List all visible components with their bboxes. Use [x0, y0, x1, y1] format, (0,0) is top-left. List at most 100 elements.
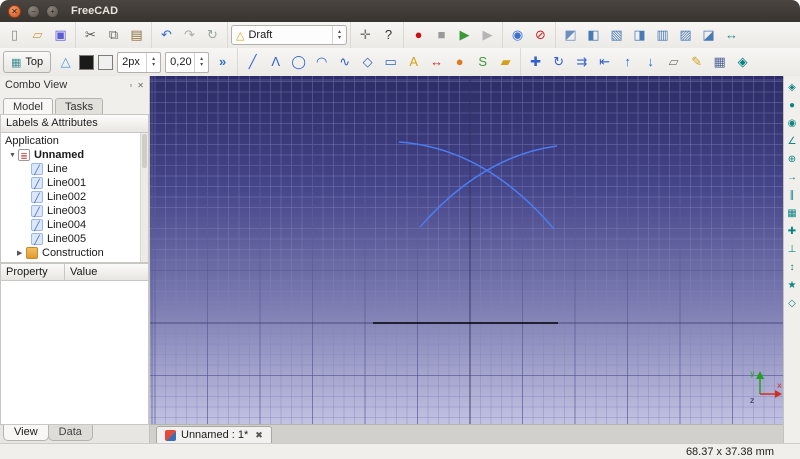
dock-close-icon[interactable]: ✕	[137, 81, 144, 90]
snap-special-icon[interactable]: ★	[785, 278, 800, 293]
draft-toggle-grid-icon[interactable]: ▦	[708, 51, 731, 73]
property-column-header[interactable]: Property	[0, 263, 64, 281]
draft-circle-icon[interactable]: ◯	[287, 51, 310, 73]
dock-title[interactable]: Combo View ▫ ✕	[0, 76, 149, 94]
open-file-icon[interactable]: ▱	[26, 24, 49, 46]
snap-intersection-icon[interactable]: ✚	[785, 224, 800, 239]
workbench-selector[interactable]: △ Draft ▴ ▾	[231, 25, 347, 45]
tab-model[interactable]: Model	[3, 98, 53, 114]
snap-center-icon[interactable]: ⊕	[785, 152, 800, 167]
fit-selection-icon[interactable]: ⊘	[529, 24, 552, 46]
draft-bspline-icon[interactable]: ∿	[333, 51, 356, 73]
snap-grid-icon[interactable]: ▦	[785, 206, 800, 221]
snap-extension-icon[interactable]: →	[785, 170, 800, 185]
draft-edit-icon[interactable]: ✎	[685, 51, 708, 73]
tree-item-construction[interactable]: ▶ Construction	[1, 246, 148, 260]
axes-tool-icon[interactable]: ✛	[354, 24, 377, 46]
draft-offset-icon[interactable]: ⇉	[570, 51, 593, 73]
spin-down-icon[interactable]: ▾	[333, 35, 346, 41]
spinner-arrows-icon[interactable]: ▴ ▾	[194, 52, 208, 72]
macro-record-icon[interactable]: ●	[407, 24, 430, 46]
draft-dimension-icon[interactable]: ↔	[425, 51, 448, 73]
expander-closed-icon[interactable]: ▶	[17, 249, 26, 257]
expander-open-icon[interactable]: ▼	[9, 152, 18, 159]
draft-shapestring-icon[interactable]: S	[471, 51, 494, 73]
3d-view[interactable]: x y z	[150, 76, 783, 424]
refresh-icon[interactable]: ↻	[201, 24, 224, 46]
tab-data[interactable]: Data	[47, 425, 93, 441]
spin-down-icon[interactable]: ▾	[147, 62, 160, 68]
snap-perpendicular-icon[interactable]: ⊥	[785, 242, 800, 257]
fit-all-icon[interactable]: ◉	[506, 24, 529, 46]
tree-item-line[interactable]: ╱ Line005	[1, 232, 148, 246]
titlebar[interactable]: ✕ − + FreeCAD	[0, 0, 800, 22]
draft-point-icon[interactable]: ●	[448, 51, 471, 73]
scale-spinbox[interactable]: 0,20 ▴ ▾	[165, 51, 210, 73]
draft-move-icon[interactable]: ✚	[524, 51, 547, 73]
draft-rectangle-icon[interactable]: ▭	[379, 51, 402, 73]
snap-lock-icon[interactable]: ◈	[785, 80, 800, 95]
draft-arc-object-2[interactable]	[419, 145, 558, 228]
draft-arc-icon[interactable]: ◠	[310, 51, 333, 73]
draft-line-icon[interactable]: ╱	[241, 51, 264, 73]
tab-tasks[interactable]: Tasks	[54, 98, 104, 114]
draft-downgrade-icon[interactable]: ↓	[639, 51, 662, 73]
draft-arc-object-1[interactable]	[398, 141, 555, 230]
cut-icon[interactable]: ✂	[79, 24, 102, 46]
draft-facebinder-icon[interactable]: ▰	[494, 51, 517, 73]
macro-stop-icon[interactable]: ■	[430, 24, 453, 46]
line-width-spinbox[interactable]: 2px ▴ ▾	[117, 51, 162, 73]
tree-item-line[interactable]: ╱ Line004	[1, 218, 148, 232]
tree-item-document[interactable]: ▼ ≣ Unnamed	[1, 148, 148, 162]
document-tab[interactable]: Unnamed : 1* ✖	[156, 426, 272, 443]
draft-shape2dview-icon[interactable]: ▱	[662, 51, 685, 73]
dock-float-icon[interactable]: ▫	[129, 81, 132, 90]
bottom-view-icon[interactable]: ▨	[674, 24, 697, 46]
draft-text-icon[interactable]: A	[402, 51, 425, 73]
spin-down-icon[interactable]: ▾	[195, 62, 208, 68]
working-plane-button[interactable]: ▦ Top	[3, 51, 52, 73]
close-button[interactable]: ✕	[8, 4, 21, 18]
face-color-swatch[interactable]	[98, 54, 114, 70]
tab-view[interactable]: View	[3, 425, 49, 441]
draft-wire-icon[interactable]: Λ	[264, 51, 287, 73]
snap-near-icon[interactable]: ◇	[785, 296, 800, 311]
value-column-header[interactable]: Value	[64, 263, 149, 281]
construction-mode-icon[interactable]: △	[54, 51, 77, 73]
copy-icon[interactable]: ⧉	[102, 24, 125, 46]
draft-upgrade-icon[interactable]: ↑	[616, 51, 639, 73]
tree-item-application[interactable]: Application	[1, 134, 148, 148]
snap-midpoint-icon[interactable]: ◉	[785, 116, 800, 131]
snap-angle-icon[interactable]: ∠	[785, 134, 800, 149]
new-file-icon[interactable]: ▯	[3, 24, 26, 46]
macro-debug-icon[interactable]: ▶	[476, 24, 499, 46]
close-tab-icon[interactable]: ✖	[255, 430, 263, 441]
snap-ortho-icon[interactable]: ↕	[785, 260, 800, 275]
tree-item-line[interactable]: ╱ Line002	[1, 190, 148, 204]
paste-icon[interactable]: ▤	[125, 24, 148, 46]
draft-rotate-icon[interactable]: ↻	[547, 51, 570, 73]
macro-play-icon[interactable]: ▶	[453, 24, 476, 46]
top-view-icon[interactable]: ▧	[605, 24, 628, 46]
tree-column-header[interactable]: Labels & Attributes	[0, 114, 149, 133]
front-view-icon[interactable]: ◧	[582, 24, 605, 46]
save-icon[interactable]: ▣	[49, 24, 72, 46]
rear-view-icon[interactable]: ▥	[651, 24, 674, 46]
tree-item-line[interactable]: ╱ Line003	[1, 204, 148, 218]
draft-trimex-icon[interactable]: ⇤	[593, 51, 616, 73]
undo-icon[interactable]: ↶	[155, 24, 178, 46]
draft-polygon-icon[interactable]: ◇	[356, 51, 379, 73]
left-view-icon[interactable]: ◪	[697, 24, 720, 46]
axonometric-view-icon[interactable]: ◩	[559, 24, 582, 46]
snap-parallel-icon[interactable]: ∥	[785, 188, 800, 203]
redo-icon[interactable]: ↷	[178, 24, 201, 46]
draft-snap-toggle-icon[interactable]: ◈	[731, 51, 754, 73]
measure-distance-icon[interactable]: ↔	[720, 24, 743, 46]
spinner-arrows-icon[interactable]: ▴ ▾	[146, 52, 160, 72]
whats-this-icon[interactable]: ?	[377, 24, 400, 46]
right-view-icon[interactable]: ◨	[628, 24, 651, 46]
line-color-swatch[interactable]	[79, 54, 95, 70]
maximize-button[interactable]: +	[46, 4, 59, 18]
tree-item-line[interactable]: ╱ Line001	[1, 176, 148, 190]
minimize-button[interactable]: −	[27, 4, 40, 18]
